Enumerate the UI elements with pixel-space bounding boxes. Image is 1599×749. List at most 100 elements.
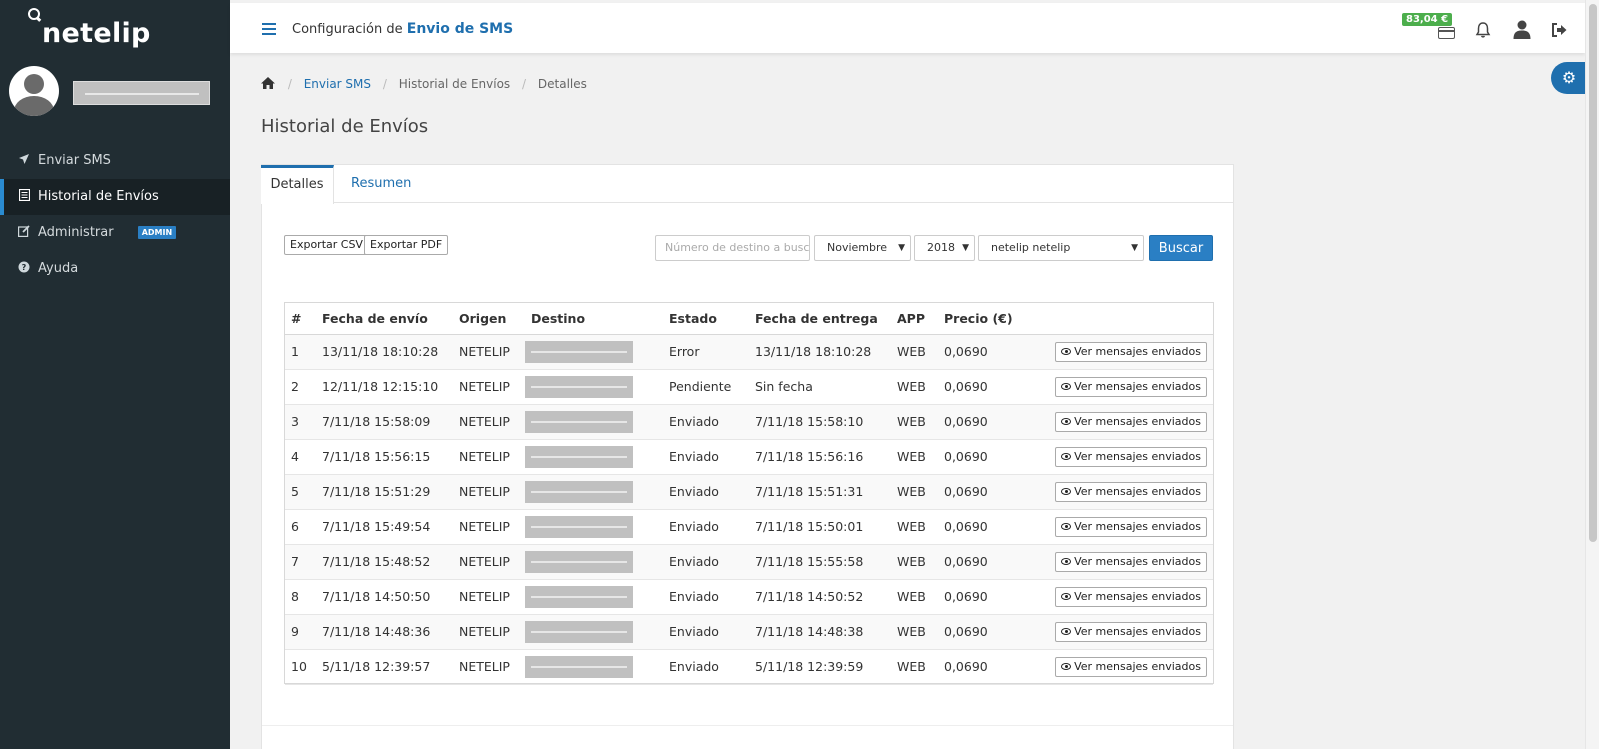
sidebar-item-ayuda[interactable]: ? Ayuda	[0, 251, 230, 287]
table-row: 10 5/11/18 12:39:57 NETELIP Enviado 5/11…	[285, 649, 1213, 685]
sidebar-item-label: Enviar SMS	[38, 153, 111, 168]
view-messages-button[interactable]: Ver mensajes enviados	[1055, 411, 1207, 432]
cell-sent-date: 7/11/18 14:50:50	[316, 579, 453, 615]
sidebar-item-administrar[interactable]: Administrar ADMIN	[0, 215, 230, 251]
cell-actions: Ver mensajes enviados	[1028, 439, 1213, 475]
cell-app: WEB	[891, 369, 938, 405]
table-row: 3 7/11/18 15:58:09 NETELIP Enviado 7/11/…	[285, 404, 1213, 440]
cell-app: WEB	[891, 404, 938, 440]
settings-gears-icon[interactable]: ⚙	[1551, 62, 1587, 94]
cell-destination	[525, 334, 663, 370]
netelip-logo[interactable]: netelip	[28, 8, 151, 49]
history-panel: Detalles Resumen Exportar CSV Exportar P…	[261, 164, 1234, 749]
cell-delivery-date: 7/11/18 15:58:10	[749, 404, 891, 440]
cell-actions: Ver mensajes enviados	[1028, 649, 1213, 685]
sidebar-item-enviar-sms[interactable]: Enviar SMS	[0, 143, 230, 179]
breadcrumb-historial[interactable]: Historial de Envíos	[399, 77, 510, 91]
view-messages-button[interactable]: Ver mensajes enviados	[1055, 516, 1207, 537]
cell-status: Enviado	[663, 649, 749, 685]
cell-sent-date: 7/11/18 15:58:09	[316, 404, 453, 440]
sidebar-item-historial[interactable]: Historial de Envíos	[0, 179, 230, 215]
cell-destination	[525, 649, 663, 685]
credit-card-icon[interactable]	[1438, 27, 1455, 39]
caret-down-icon: ▼	[1131, 243, 1138, 253]
eye-icon	[1061, 417, 1072, 425]
cell-number: 1	[285, 334, 316, 370]
cell-sent-date: 13/11/18 18:10:28	[316, 334, 453, 370]
view-messages-button[interactable]: Ver mensajes enviados	[1055, 376, 1207, 397]
cell-destination	[525, 579, 663, 615]
bell-icon[interactable]	[1474, 21, 1492, 39]
search-button[interactable]: Buscar	[1149, 235, 1213, 261]
cell-price: 0,0690	[938, 614, 1028, 650]
cell-app: WEB	[891, 509, 938, 545]
table-header-row: # Fecha de envío Origen Destino Estado F…	[285, 303, 1213, 335]
page-scrollbar[interactable]	[1585, 0, 1599, 749]
view-messages-button[interactable]: Ver mensajes enviados	[1055, 656, 1207, 677]
cell-price: 0,0690	[938, 404, 1028, 440]
header-section: Envio de SMS	[406, 21, 514, 37]
cell-origin: NETELIP	[453, 544, 525, 580]
cell-origin: NETELIP	[453, 369, 525, 405]
view-messages-button[interactable]: Ver mensajes enviados	[1055, 551, 1207, 572]
caret-down-icon: ▼	[898, 243, 905, 253]
cell-number: 5	[285, 474, 316, 510]
paper-plane-icon	[17, 143, 31, 179]
eye-icon	[1061, 662, 1072, 670]
cell-destination	[525, 439, 663, 475]
destination-redacted	[525, 375, 633, 398]
eye-icon	[1061, 557, 1072, 565]
user-profile-icon[interactable]	[1513, 20, 1531, 39]
cell-delivery-date: 5/11/18 12:39:59	[749, 649, 891, 685]
top-header: Configuración de Envio de SMS 83,04 €	[230, 3, 1585, 53]
question-circle-icon: ?	[17, 251, 31, 287]
export-csv-button[interactable]: Exportar CSV	[284, 235, 369, 255]
eye-icon	[1061, 627, 1072, 635]
eye-icon	[1061, 487, 1072, 495]
cell-actions: Ver mensajes enviados	[1028, 579, 1213, 615]
cell-destination	[525, 369, 663, 405]
logout-icon[interactable]	[1550, 21, 1568, 39]
tab-detalles[interactable]: Detalles	[261, 165, 334, 204]
year-select[interactable]: 2018 ▼	[914, 235, 975, 261]
cell-actions: Ver mensajes enviados	[1028, 369, 1213, 405]
view-messages-button[interactable]: Ver mensajes enviados	[1055, 446, 1207, 467]
sidebar-nav: Enviar SMS Historial de Envíos Administr…	[0, 143, 230, 287]
breadcrumb-enviar-sms[interactable]: Enviar SMS	[304, 77, 371, 91]
view-messages-button[interactable]: Ver mensajes enviados	[1055, 481, 1207, 502]
table-row: 8 7/11/18 14:50:50 NETELIP Enviado 7/11/…	[285, 579, 1213, 615]
hamburger-menu-icon[interactable]	[262, 23, 276, 35]
eye-icon	[1061, 452, 1072, 460]
destination-redacted	[525, 515, 633, 538]
cell-sent-date: 7/11/18 15:56:15	[316, 439, 453, 475]
destination-redacted	[525, 585, 633, 608]
cell-actions: Ver mensajes enviados	[1028, 474, 1213, 510]
destination-search-input[interactable]: Número de destino a buscar	[655, 235, 810, 261]
cell-origin: NETELIP	[453, 404, 525, 440]
view-messages-button[interactable]: Ver mensajes enviados	[1055, 586, 1207, 607]
account-select[interactable]: netelip netelip ▼	[978, 235, 1144, 261]
edit-icon	[17, 215, 31, 251]
tab-resumen[interactable]: Resumen	[351, 165, 411, 203]
cell-app: WEB	[891, 614, 938, 650]
home-icon[interactable]	[260, 76, 276, 90]
destination-redacted	[525, 445, 633, 468]
cell-origin: NETELIP	[453, 474, 525, 510]
view-messages-button[interactable]: Ver mensajes enviados	[1055, 341, 1207, 362]
month-select[interactable]: Noviembre ▼	[814, 235, 911, 261]
col-destination: Destino	[525, 303, 663, 335]
cell-destination	[525, 614, 663, 650]
col-price: Precio (€)	[938, 303, 1028, 335]
cell-delivery-date: 7/11/18 15:51:31	[749, 474, 891, 510]
cell-sent-date: 7/11/18 15:51:29	[316, 474, 453, 510]
view-messages-button[interactable]: Ver mensajes enviados	[1055, 621, 1207, 642]
list-icon	[17, 179, 31, 215]
cell-delivery-date: 7/11/18 15:56:16	[749, 439, 891, 475]
cell-actions: Ver mensajes enviados	[1028, 544, 1213, 580]
cell-delivery-date: Sin fecha	[749, 369, 891, 405]
cell-origin: NETELIP	[453, 649, 525, 685]
export-pdf-button[interactable]: Exportar PDF	[364, 235, 449, 255]
cell-sent-date: 7/11/18 14:48:36	[316, 614, 453, 650]
destination-redacted	[525, 550, 633, 573]
col-sent-date: Fecha de envío	[316, 303, 453, 335]
